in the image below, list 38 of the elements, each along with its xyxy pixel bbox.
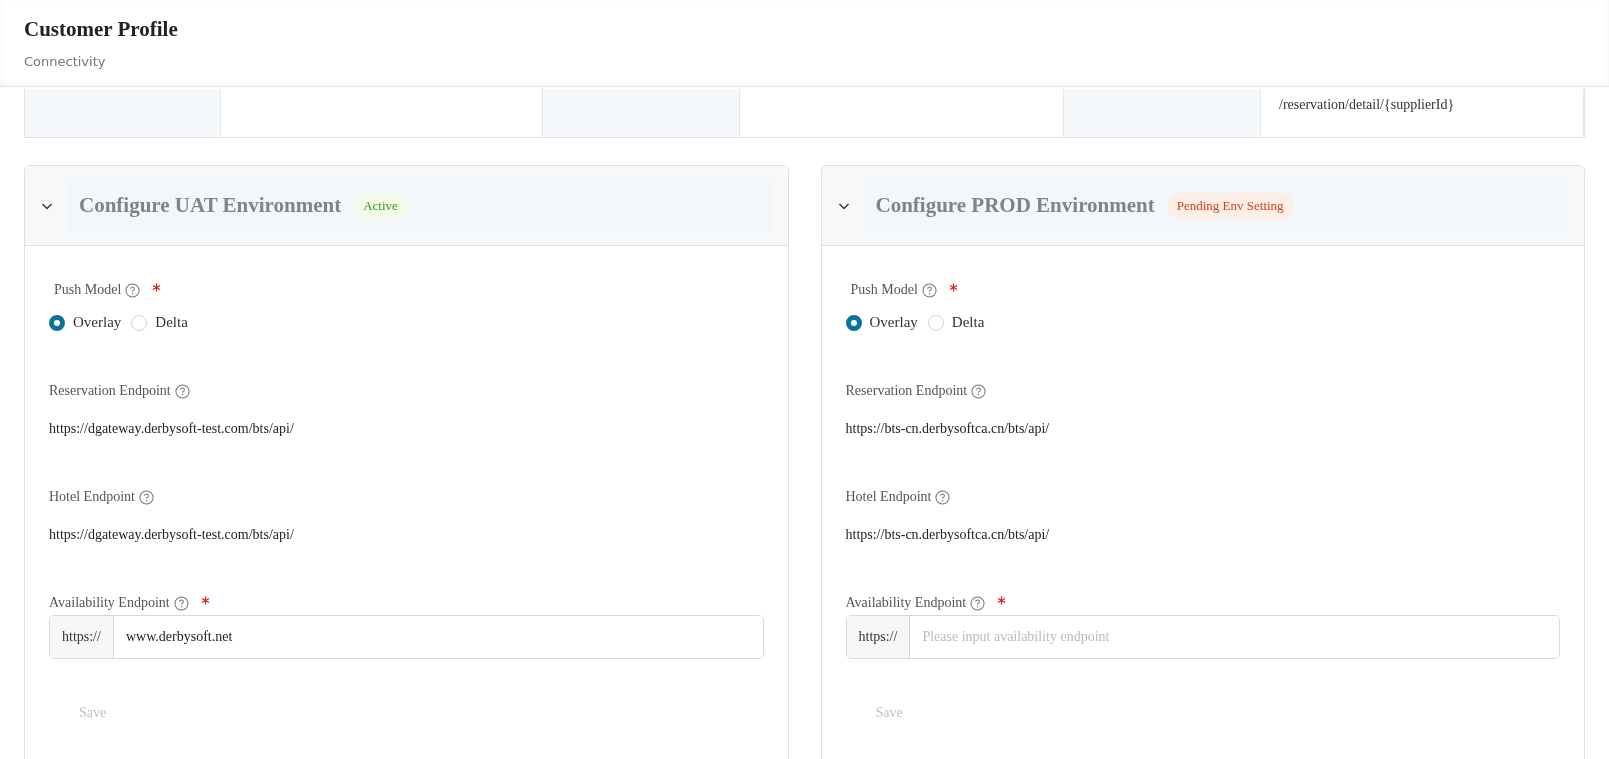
help-icon[interactable] xyxy=(173,595,189,611)
panel-title: Configure PROD Environment xyxy=(875,193,1155,218)
url-prefix: https:// xyxy=(846,616,911,658)
radio-option[interactable]: Overlay xyxy=(49,314,122,331)
radio-icon[interactable] xyxy=(49,314,65,331)
radio-option[interactable]: Delta xyxy=(927,314,985,331)
status-badge: Pending Env Setting xyxy=(1166,192,1294,219)
field-label: Availability Endpoint xyxy=(845,595,967,611)
page-title: Customer Profile xyxy=(24,17,179,42)
field-label: Hotel Endpoint xyxy=(845,489,932,505)
field-value: https://bts-cn.derbysoftca.cn/bts/api/ xyxy=(845,527,1051,543)
field-label: Push Model xyxy=(54,282,122,298)
panel-title: Configure UAT Environment xyxy=(79,193,342,218)
radio-icon[interactable] xyxy=(845,314,862,331)
panel-header[interactable]: Configure PROD Environment Pending Env Setting xyxy=(821,166,1584,246)
input-field[interactable]: https:// Please input availability endpoint xyxy=(845,615,1560,659)
help-icon[interactable] xyxy=(921,282,937,298)
help-icon[interactable] xyxy=(174,383,190,399)
help-icon[interactable] xyxy=(125,282,141,298)
panel-header[interactable]: Configure UAT Environment Active xyxy=(25,166,788,246)
field-label: Availability Endpoint xyxy=(49,595,170,611)
field-value: https://bts-cn.derbysoftca.cn/bts/api/ xyxy=(845,421,1051,437)
field-label: Reservation Endpoint xyxy=(845,383,968,399)
page-subtitle: Connectivity xyxy=(24,54,107,69)
field-label: Reservation Endpoint xyxy=(49,383,171,399)
field-label: Push Model xyxy=(850,282,918,298)
status-badge: Active xyxy=(353,192,408,219)
radio-option[interactable]: Delta xyxy=(131,314,188,331)
radio-option[interactable]: Overlay xyxy=(845,314,918,331)
help-icon[interactable] xyxy=(971,383,987,399)
help-icon[interactable] xyxy=(970,595,986,611)
url-prefix: https:// xyxy=(50,616,114,658)
help-icon[interactable] xyxy=(138,489,154,505)
help-icon[interactable] xyxy=(935,489,951,505)
input-field[interactable]: https:// www.derbysoft.net xyxy=(49,615,764,659)
field-value: https://dgateway.derbysoft-test.com/bts/api/ xyxy=(49,421,295,437)
field-value: https://dgateway.derbysoft-test.com/bts/api/ xyxy=(49,527,295,543)
field-label: Hotel Endpoint xyxy=(49,489,135,505)
